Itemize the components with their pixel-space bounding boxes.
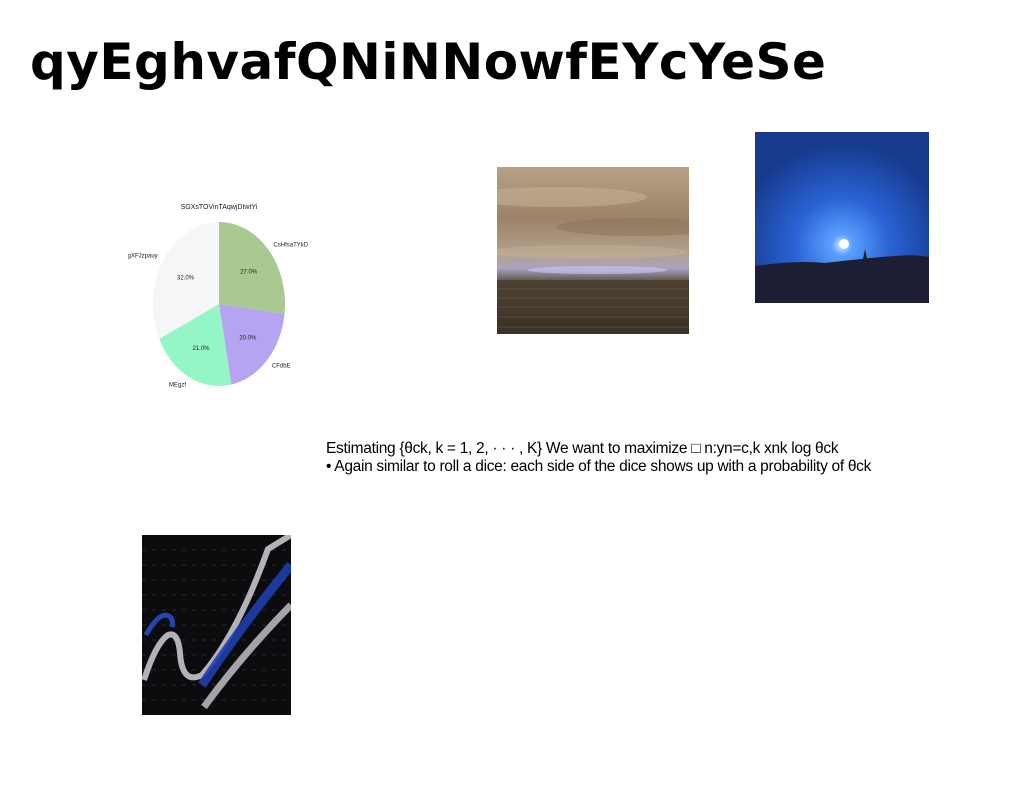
pie-category-label: gXFJzpauy <box>128 254 158 260</box>
pie-category-label: CFdbE <box>272 364 291 370</box>
slide-title: qyEghvafQNiNNowfEYcYeSe <box>30 33 827 91</box>
pie-category-label: CsHfsaTYkD <box>273 242 308 248</box>
body-line-1: Estimating {θck, k = 1, 2, · · · , K} We… <box>326 440 839 457</box>
pie-category-label: MEgzf <box>169 382 186 388</box>
pie-pct-label: 21.0% <box>193 346 211 352</box>
body-line-2: • Again similar to roll a dice: each sid… <box>326 458 872 475</box>
pie-slices <box>153 222 285 386</box>
body-text: Estimating {θck, k = 1, 2, · · · , K} We… <box>326 440 871 476</box>
blue-night-moon-photo <box>755 132 929 303</box>
pie-pct-label: 20.0% <box>239 336 257 342</box>
abstract-dark-waves-image <box>142 535 291 715</box>
desert-horizon-photo <box>497 167 689 334</box>
pie-pct-label: 27.0% <box>240 269 258 275</box>
pie-pct-label: 32.0% <box>177 276 195 282</box>
pie-chart: SGXsTOVinTAqwjDIwtYi 27.0% CsHfsaTYkD 20.0… <box>128 204 309 388</box>
pie-slice-CsHfsaTYkD <box>219 222 285 315</box>
chart-title: SGXsTOVinTAqwjDIwtYi <box>181 204 258 211</box>
